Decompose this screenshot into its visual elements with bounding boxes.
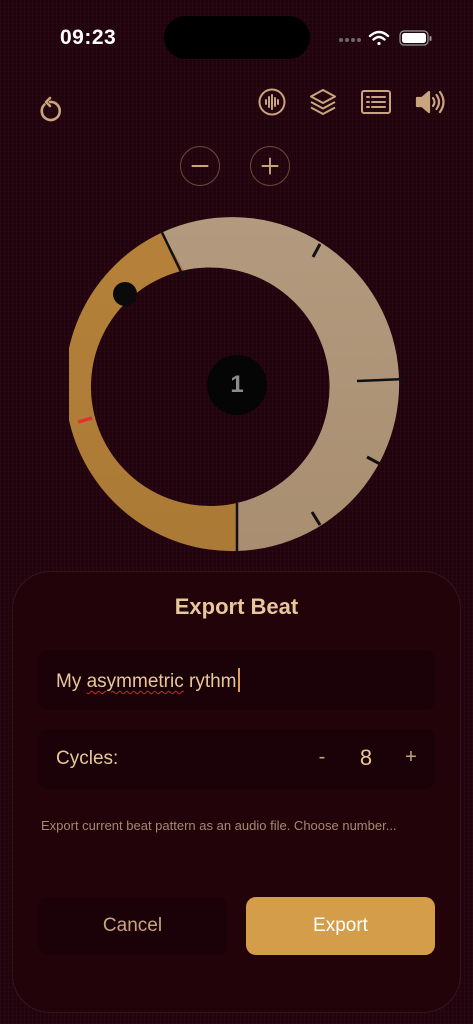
text-caret: [237, 668, 240, 692]
wifi-icon: [368, 30, 390, 46]
name-input[interactable]: My asymmetric rythm: [56, 668, 240, 693]
list-icon[interactable]: [360, 88, 392, 116]
status-time: 09:23: [60, 26, 117, 49]
cancel-button[interactable]: Cancel: [38, 897, 227, 955]
export-button[interactable]: Export: [246, 897, 435, 955]
cycles-increment-button[interactable]: +: [401, 746, 421, 769]
name-input-prefix: My: [56, 671, 87, 692]
waveform-icon[interactable]: [258, 88, 286, 116]
misspelled-word: asymmetric: [86, 671, 184, 692]
dynamic-island: [164, 16, 310, 59]
cycles-decrement-button[interactable]: -: [312, 746, 332, 769]
layers-icon[interactable]: [308, 87, 338, 117]
cycles-label: Cycles:: [56, 748, 119, 769]
playhead-dot: [113, 282, 137, 306]
speaker-icon[interactable]: [414, 88, 446, 116]
signal-icon: [339, 38, 361, 42]
wheel-segment-light: [162, 217, 400, 551]
zoom-out-button[interactable]: [180, 146, 220, 186]
plus-icon: [261, 157, 279, 175]
cycles-value: 8: [359, 745, 373, 770]
status-icons: [338, 28, 433, 48]
name-input-suffix: rythm: [183, 671, 237, 692]
current-beat-indicator: 1: [207, 355, 267, 415]
battery-icon: [399, 30, 432, 46]
zoom-in-button[interactable]: [250, 146, 290, 186]
reset-icon[interactable]: [35, 95, 65, 125]
export-description: Export current beat pattern as an audio …: [41, 818, 397, 833]
minus-icon: [191, 165, 209, 167]
sheet-title: Export Beat: [174, 594, 299, 619]
